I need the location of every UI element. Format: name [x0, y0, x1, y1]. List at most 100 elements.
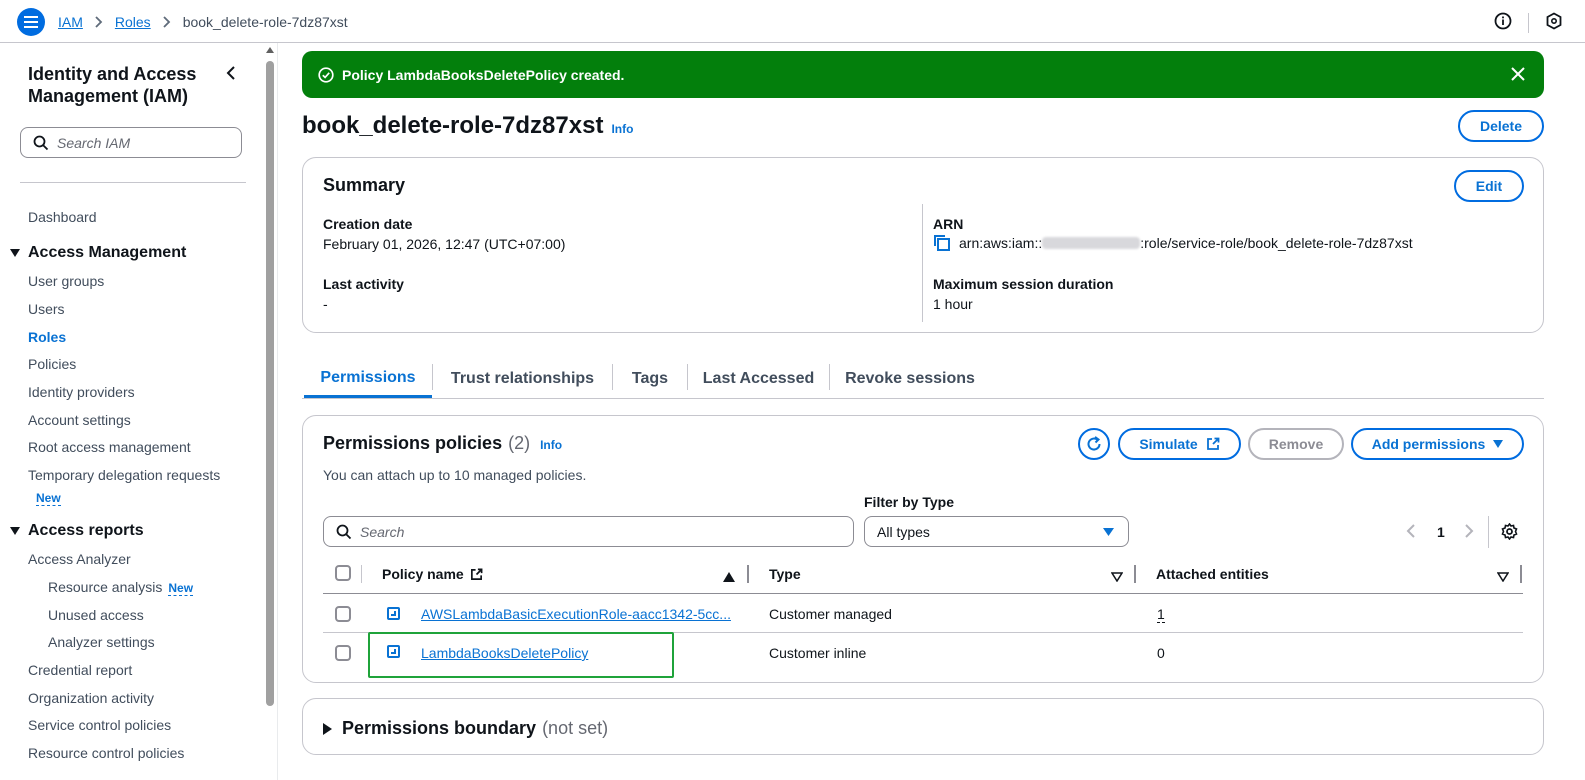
column-header-policy-name[interactable]: Policy name	[382, 566, 483, 582]
info-link[interactable]: Info	[540, 438, 562, 452]
permissions-description: You can attach up to 10 managed policies…	[323, 467, 587, 483]
column-separator	[361, 565, 362, 583]
role-name: book_delete-role-7dz87xst	[302, 112, 604, 139]
policy-name-link[interactable]: AWSLambdaBasicExecutionRole-aacc1342-5cc…	[421, 606, 731, 622]
breadcrumb-roles[interactable]: Roles	[115, 14, 151, 30]
arn-value: arn:aws:iam:: :role/service-role/book_de…	[933, 234, 1413, 252]
expand-icon[interactable]	[387, 607, 400, 620]
sidebar-item-temporary-delegation[interactable]: Temporary delegation requests	[28, 467, 220, 483]
last-activity-value: -	[323, 296, 328, 312]
sort-ascending-icon[interactable]	[723, 569, 735, 585]
caret-down-icon	[1103, 527, 1114, 536]
delete-button[interactable]: Delete	[1458, 110, 1544, 142]
policy-search-input[interactable]	[360, 523, 840, 540]
add-permissions-button[interactable]: Add permissions	[1351, 428, 1524, 460]
sort-icon[interactable]	[1496, 569, 1510, 585]
sidebar-item-identity-providers[interactable]: Identity providers	[28, 384, 135, 400]
info-circle-icon[interactable]	[1494, 12, 1512, 33]
filter-type-select[interactable]: All types	[864, 516, 1129, 547]
add-permissions-label: Add permissions	[1371, 436, 1486, 452]
sidebar-search[interactable]	[20, 127, 242, 158]
chevron-left-icon[interactable]	[226, 65, 236, 84]
boundary-title: Permissions boundary	[342, 718, 537, 738]
tab-permissions[interactable]: Permissions	[304, 360, 432, 399]
breadcrumb-iam[interactable]: IAM	[58, 14, 83, 30]
column-header-attached-entities[interactable]: Attached entities	[1156, 566, 1269, 582]
sidebar-item-roles[interactable]: Roles	[28, 329, 66, 345]
max-session-label: Maximum session duration	[933, 276, 1114, 292]
scroll-up-arrow-icon[interactable]	[266, 47, 274, 53]
settings-gear-icon[interactable]	[1501, 522, 1518, 543]
arn-account-redacted	[1042, 237, 1141, 249]
info-link[interactable]: Info	[611, 122, 633, 136]
security-shield-icon[interactable]	[1545, 12, 1563, 33]
arn-suffix: :role/service-role/book_delete-role-7dz8…	[1140, 235, 1413, 251]
scrollbar-thumb[interactable]	[266, 61, 274, 706]
remove-button[interactable]: Remove	[1248, 428, 1344, 460]
pagination-page[interactable]: 1	[1437, 524, 1445, 540]
section-access-management[interactable]: Access Management	[10, 244, 186, 262]
top-right-tools	[1494, 12, 1563, 33]
sidebar-item-policies[interactable]: Policies	[28, 356, 76, 372]
new-badge: New	[168, 581, 194, 596]
row-checkbox[interactable]	[335, 606, 351, 622]
highlight-box	[368, 632, 674, 678]
sidebar-item-resource-analysis[interactable]: Resource analysis New	[48, 579, 194, 596]
chevron-right-icon	[163, 15, 171, 28]
permissions-boundary-header[interactable]: Permissions boundary (not set)	[323, 718, 608, 739]
sidebar-item-account-settings[interactable]: Account settings	[28, 412, 131, 428]
tab-trust-relationships[interactable]: Trust relationships	[433, 360, 612, 398]
sidebar-item-root-access[interactable]: Root access management	[28, 439, 191, 455]
column-label: Policy name	[382, 566, 464, 582]
section-label: Access reports	[28, 522, 144, 539]
sidebar-item-unused-access[interactable]: Unused access	[48, 607, 144, 623]
copy-icon[interactable]	[933, 234, 951, 252]
search-icon	[33, 135, 49, 150]
pagination-prev-icon[interactable]	[1406, 523, 1416, 542]
policy-search[interactable]	[323, 516, 854, 547]
refresh-button[interactable]	[1078, 428, 1110, 460]
section-access-reports[interactable]: Access reports	[10, 522, 144, 540]
chevron-right-icon	[95, 15, 103, 28]
sidebar-item-user-groups[interactable]: User groups	[28, 273, 104, 289]
attached-entities-count[interactable]: 1	[1157, 606, 1165, 623]
sidebar-title: Identity and Access Management (IAM)	[28, 64, 197, 106]
caret-down-icon	[1493, 440, 1504, 448]
pagination-next-icon[interactable]	[1464, 523, 1474, 542]
simulate-button[interactable]: Simulate	[1118, 428, 1241, 460]
search-iam-input[interactable]	[57, 134, 227, 151]
tabs: Permissions Trust relationships Tags Las…	[302, 360, 1544, 400]
tab-tags[interactable]: Tags	[613, 360, 687, 398]
sidebar-divider	[20, 182, 246, 183]
max-session-value: 1 hour	[933, 296, 973, 312]
breadcrumb-current: book_delete-role-7dz87xst	[182, 13, 348, 30]
tab-revoke-sessions[interactable]: Revoke sessions	[830, 360, 990, 398]
caret-right-icon	[323, 722, 332, 735]
row-checkbox[interactable]	[335, 645, 351, 661]
sidebar-item-credential-report[interactable]: Credential report	[28, 662, 132, 678]
filter-type-value: All types	[877, 523, 930, 540]
column-header-type[interactable]: Type	[769, 566, 801, 582]
tab-last-accessed[interactable]: Last Accessed	[688, 360, 829, 398]
select-all-checkbox[interactable]	[335, 565, 351, 581]
permissions-title: Permissions policies	[323, 433, 503, 453]
sort-icon[interactable]	[1110, 569, 1124, 585]
sidebar-item-organization-activity[interactable]: Organization activity	[28, 690, 154, 706]
menu-button[interactable]	[17, 8, 45, 36]
column-separator	[1520, 565, 1522, 583]
section-label: Access Management	[28, 244, 187, 261]
sidebar-item-users[interactable]: Users	[28, 301, 65, 317]
sidebar-item-analyzer-settings[interactable]: Analyzer settings	[48, 634, 155, 650]
sidebar-scrollbar[interactable]	[262, 43, 278, 780]
sidebar-item-access-analyzer[interactable]: Access Analyzer	[28, 551, 131, 567]
summary-title: Summary	[323, 175, 406, 195]
sidebar-item-dashboard[interactable]: Dashboard	[28, 209, 97, 225]
check-circle-icon	[318, 66, 334, 83]
sidebar-item-service-control-policies[interactable]: Service control policies	[28, 717, 171, 733]
close-icon[interactable]	[1510, 66, 1526, 85]
last-activity-label: Last activity	[323, 276, 404, 292]
edit-button[interactable]: Edit	[1454, 170, 1524, 202]
caret-down-icon	[10, 527, 20, 535]
tabs-underline	[302, 398, 1544, 399]
sidebar-item-resource-control-policies[interactable]: Resource control policies	[28, 745, 184, 761]
